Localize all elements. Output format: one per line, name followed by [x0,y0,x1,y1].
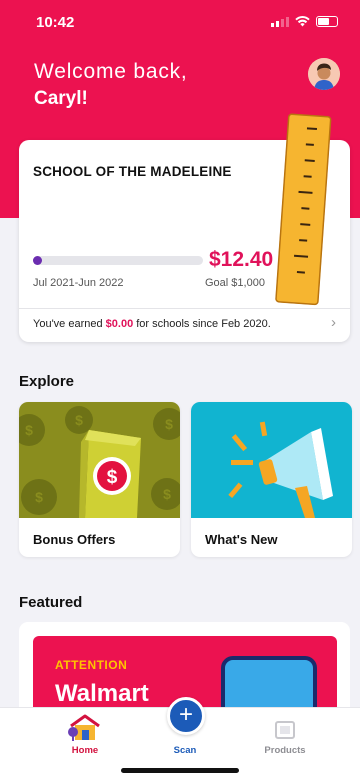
whats-new-tile[interactable]: What's New [191,402,352,557]
cellular-signal-icon [271,17,289,27]
status-bar: 10:42 [0,0,360,44]
user-avatar-icon [308,58,340,90]
avatar[interactable] [308,58,340,90]
plus-icon: + [178,701,193,728]
svg-text:$: $ [165,416,173,432]
status-time: 10:42 [36,14,75,31]
home-icon [68,714,100,741]
progress-fill [33,256,42,265]
bonus-offers-tile[interactable]: $ $ $ $ $ $ Bonus Offers [19,402,180,557]
whats-new-label: What's New [205,532,278,547]
greeting-text: Welcome back, [34,60,188,83]
banner-attention-text: ATTENTION [55,658,128,672]
svg-text:$: $ [35,489,43,505]
earned-amount-total: $12.40 [209,248,274,271]
explore-title: Explore [19,373,75,390]
tab-home-label: Home [71,745,99,756]
school-name: SCHOOL OF THE MADELEINE [33,164,232,179]
earned-since-amount: $0.00 [105,318,134,330]
user-name: Caryl! [34,88,88,109]
period-text: Jul 2021-Jun 2022 [33,277,124,289]
goal-text: Goal $1,000 [205,277,265,289]
products-icon [275,721,295,739]
tab-scan-label: Scan [173,745,197,756]
megaphone-illustration [191,402,352,518]
tab-products-label: Products [264,745,306,756]
welcome-message: Welcome back, Caryl! [34,60,188,110]
featured-title: Featured [19,594,83,611]
wifi-icon [295,16,310,27]
svg-text:$: $ [163,486,171,502]
svg-text:$: $ [25,422,33,438]
bonus-offers-label: Bonus Offers [33,532,116,547]
progress-bar [33,256,203,265]
chevron-right-icon[interactable]: › [331,314,336,331]
earned-summary[interactable]: You've earned $0.00 for schools since Fe… [33,318,271,330]
bonus-bag-illustration: $ $ $ $ $ $ [19,402,180,518]
battery-icon [316,16,338,27]
scan-plus-button[interactable]: + [167,697,205,735]
earned-suffix: for schools since Feb 2020. [133,318,271,330]
card-divider [19,308,350,309]
status-icons [271,16,338,27]
svg-text:$: $ [75,412,83,428]
banner-brand-text: Walmart [55,680,149,707]
svg-text:$: $ [107,467,118,488]
home-indicator [121,768,239,773]
earned-prefix: You've earned [33,318,106,330]
